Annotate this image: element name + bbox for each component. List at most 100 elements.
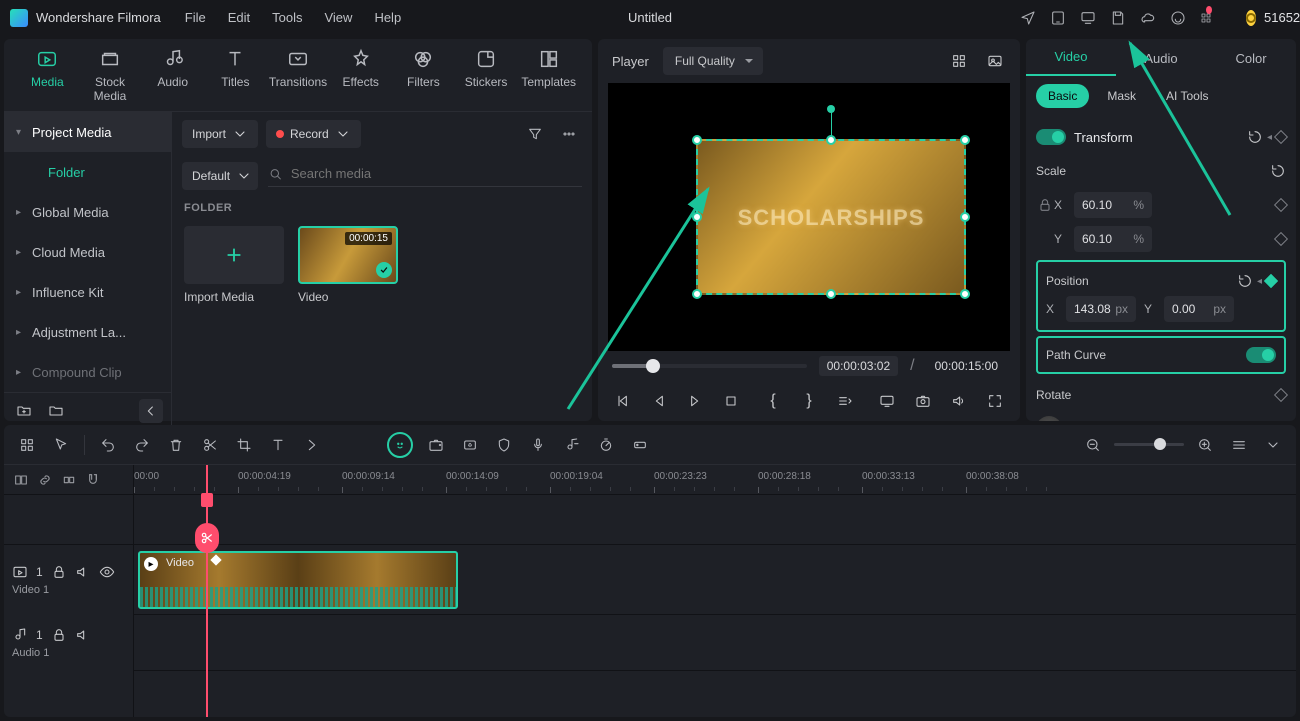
filter-button[interactable] <box>522 121 548 147</box>
import-button[interactable]: Import <box>182 120 258 148</box>
video-media-card[interactable]: 00:00:15 Video <box>298 226 398 304</box>
mark-in-button[interactable]: { <box>762 390 784 412</box>
sort-button[interactable]: Default <box>182 162 258 190</box>
speed-button[interactable] <box>595 434 617 456</box>
audio-track-lane[interactable] <box>134 615 1296 671</box>
redo-button[interactable] <box>131 434 153 456</box>
subtab-basic[interactable]: Basic <box>1036 84 1089 108</box>
menu-edit[interactable]: Edit <box>228 10 250 25</box>
new-bin-button[interactable] <box>44 399 68 423</box>
inspector-tab-video[interactable]: Video <box>1026 39 1116 76</box>
tab-audio[interactable]: Audio <box>141 47 204 103</box>
rotate-handle-icon[interactable] <box>827 105 835 113</box>
timeline-settings-button[interactable] <box>1262 434 1284 456</box>
apps-icon[interactable] <box>1200 9 1218 27</box>
video-track-lane[interactable]: ▸ Video <box>134 545 1296 615</box>
reset-icon[interactable] <box>1270 163 1286 179</box>
collapse-tree-button[interactable] <box>139 399 163 423</box>
keyframe-icon[interactable] <box>1274 232 1288 246</box>
tab-filters[interactable]: Filters <box>392 47 455 103</box>
position-x-field[interactable]: 143.08px <box>1066 296 1136 322</box>
audio-sync-button[interactable] <box>561 434 583 456</box>
record-screen-button[interactable] <box>459 434 481 456</box>
pointer-tool-button[interactable] <box>50 434 72 456</box>
tab-transitions[interactable]: Transitions <box>267 47 330 103</box>
clip-keyframe-icon[interactable] <box>210 554 221 565</box>
snapshot-view-button[interactable] <box>984 50 1006 72</box>
marker-button[interactable] <box>629 434 651 456</box>
send-icon[interactable] <box>1020 9 1036 27</box>
delete-button[interactable] <box>165 434 187 456</box>
quality-dropdown[interactable]: Full Quality <box>663 47 763 75</box>
resize-handle[interactable] <box>692 212 702 222</box>
play-button[interactable] <box>684 390 706 412</box>
playback-options-button[interactable] <box>834 390 856 412</box>
grid-view-button[interactable] <box>948 50 970 72</box>
search-input[interactable] <box>291 166 582 181</box>
timeline-clip[interactable]: ▸ Video <box>138 551 458 609</box>
zoom-slider[interactable] <box>1114 443 1184 446</box>
subtab-mask[interactable]: Mask <box>1095 84 1148 108</box>
chain-button[interactable] <box>36 471 54 489</box>
reset-icon[interactable] <box>1237 273 1253 289</box>
playhead[interactable] <box>206 465 208 717</box>
keyframe-icon[interactable] <box>1274 198 1288 212</box>
fullscreen-button[interactable] <box>984 390 1006 412</box>
enhance-button[interactable] <box>425 434 447 456</box>
zoom-out-button[interactable] <box>1082 434 1104 456</box>
voiceover-button[interactable] <box>527 434 549 456</box>
import-media-card[interactable]: Import Media <box>184 226 284 304</box>
menu-tools[interactable]: Tools <box>272 10 302 25</box>
lock-icon[interactable] <box>51 564 67 580</box>
snapshot-button[interactable] <box>912 390 934 412</box>
zoom-in-button[interactable] <box>1194 434 1216 456</box>
prev-keyframe-icon[interactable]: ◂ <box>1267 132 1272 143</box>
resize-handle[interactable] <box>692 135 702 145</box>
tablet-icon[interactable] <box>1050 9 1066 27</box>
mute-icon[interactable] <box>75 627 91 643</box>
display-button[interactable] <box>876 390 898 412</box>
preview-canvas[interactable]: SCHOLARSHIPS <box>608 83 1010 351</box>
new-folder-button[interactable] <box>12 399 36 423</box>
timeline-grid-icon[interactable] <box>16 434 38 456</box>
lock-icon[interactable] <box>51 627 67 643</box>
tree-adjustment-layer[interactable]: ▸Adjustment La... <box>4 312 171 352</box>
link-tracks-button[interactable] <box>12 471 30 489</box>
menu-view[interactable]: View <box>324 10 352 25</box>
prev-keyframe-icon[interactable]: ◂ <box>1257 276 1262 287</box>
playhead-handle-icon[interactable] <box>201 493 213 507</box>
preview-clip[interactable]: SCHOLARSHIPS <box>696 139 966 295</box>
tree-influence-kit[interactable]: ▸Influence Kit <box>4 272 171 312</box>
save-icon[interactable] <box>1110 9 1126 27</box>
desktop-icon[interactable] <box>1080 9 1096 27</box>
timeline-area[interactable]: 00:0000:00:04:1900:00:09:1400:00:14:0900… <box>134 465 1296 717</box>
resize-handle[interactable] <box>826 135 836 145</box>
split-button[interactable] <box>199 434 221 456</box>
audio-track-header[interactable]: 1 Audio 1 <box>4 615 133 671</box>
playhead-scissors-icon[interactable] <box>195 523 219 553</box>
support-icon[interactable] <box>1170 9 1186 27</box>
resize-handle[interactable] <box>960 212 970 222</box>
tab-effects[interactable]: Effects <box>329 47 392 103</box>
timeline-view-button[interactable] <box>1228 434 1250 456</box>
tab-titles[interactable]: Titles <box>204 47 267 103</box>
tree-project-media[interactable]: ▾Project Media <box>4 112 171 152</box>
undo-button[interactable] <box>97 434 119 456</box>
magnet-button[interactable] <box>84 471 102 489</box>
tree-folder[interactable]: Folder <box>4 152 171 192</box>
scale-y-field[interactable]: 60.10% <box>1074 226 1152 252</box>
scrub-knob[interactable] <box>646 359 660 373</box>
more-tools-button[interactable] <box>301 434 323 456</box>
menu-help[interactable]: Help <box>374 10 401 25</box>
tab-stickers[interactable]: Stickers <box>455 47 518 103</box>
tree-global-media[interactable]: ▸Global Media <box>4 192 171 232</box>
resize-handle[interactable] <box>826 289 836 299</box>
text-button[interactable] <box>267 434 289 456</box>
tree-compound-clip[interactable]: ▸Compound Clip <box>4 352 171 392</box>
subtab-ai-tools[interactable]: AI Tools <box>1154 84 1220 108</box>
keyframe-active-icon[interactable] <box>1264 274 1278 288</box>
keyframe-icon[interactable] <box>1274 388 1288 402</box>
tab-stock-media[interactable]: Stock Media <box>79 47 142 103</box>
inspector-tab-audio[interactable]: Audio <box>1116 41 1206 76</box>
tab-templates[interactable]: Templates <box>517 47 580 103</box>
